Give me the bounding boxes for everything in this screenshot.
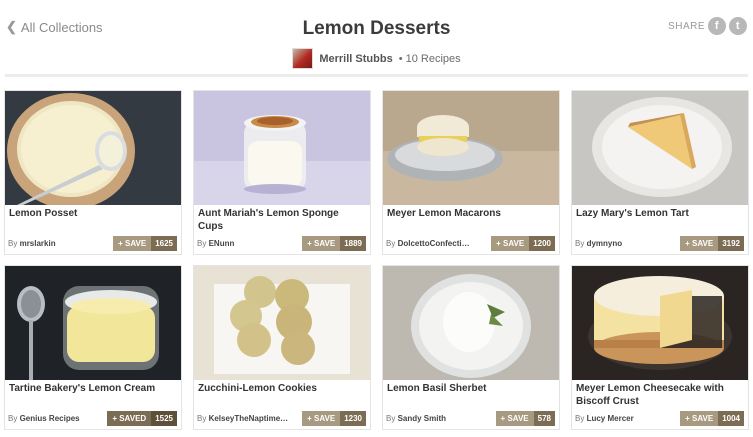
- recipe-author: By DolcettoConfecti…: [386, 239, 470, 248]
- recipe-author: By Genius Recipes: [8, 414, 80, 423]
- save-label: + SAVE: [491, 236, 530, 251]
- author-name[interactable]: Lucy Mercer: [587, 414, 634, 423]
- recipe-author: By Lucy Mercer: [575, 414, 634, 423]
- save-label: + SAVED: [107, 411, 152, 426]
- recipe-title[interactable]: Lazy Mary's Lemon Tart: [576, 207, 744, 220]
- recipe-card[interactable]: Meyer Lemon Cheesecake with Biscoff Crus…: [571, 265, 749, 430]
- recipe-author: By mrslarkin: [8, 239, 56, 248]
- by-prefix: By: [575, 239, 585, 248]
- save-count: 578: [533, 411, 555, 426]
- save-count: 1004: [718, 411, 744, 426]
- collection-meta: Merrill Stubbs • 10 Recipes: [0, 48, 753, 69]
- share-bar: SHARE f t: [668, 17, 747, 35]
- recipe-title[interactable]: Zucchini-Lemon Cookies: [198, 382, 366, 395]
- by-prefix: By: [575, 414, 585, 423]
- save-count: 3192: [718, 236, 744, 251]
- author-name[interactable]: Genius Recipes: [20, 414, 80, 423]
- facebook-icon[interactable]: f: [708, 17, 726, 35]
- collection-header: ❮ All Collections Lemon Desserts Merrill…: [0, 0, 753, 78]
- recipe-photo[interactable]: [194, 91, 370, 205]
- recipe-title[interactable]: Tartine Bakery's Lemon Cream: [9, 382, 177, 395]
- by-prefix: By: [197, 239, 207, 248]
- recipe-card[interactable]: Lazy Mary's Lemon Tart By dymnyno + SAVE…: [571, 90, 749, 255]
- recipe-title[interactable]: Meyer Lemon Macarons: [387, 207, 555, 220]
- page-title: Lemon Desserts: [302, 18, 451, 39]
- author-name[interactable]: mrslarkin: [20, 239, 56, 248]
- avatar[interactable]: [292, 48, 314, 69]
- recipe-photo[interactable]: [194, 266, 370, 380]
- author-name[interactable]: KelseyTheNaptime…: [209, 414, 289, 423]
- author-link[interactable]: Merrill Stubbs: [319, 53, 392, 65]
- by-prefix: By: [8, 414, 18, 423]
- saved-button[interactable]: + SAVED 1525: [107, 411, 177, 426]
- save-label: + SAVE: [495, 411, 534, 426]
- author-name[interactable]: Sandy Smith: [398, 414, 446, 423]
- save-button[interactable]: + SAVE 578: [495, 411, 555, 426]
- recipe-author: By Sandy Smith: [386, 414, 446, 423]
- recipe-card[interactable]: Tartine Bakery's Lemon Cream By Genius R…: [4, 265, 182, 430]
- by-prefix: By: [386, 414, 396, 423]
- save-button[interactable]: + SAVE 1889: [302, 236, 366, 251]
- recipe-title[interactable]: Aunt Mariah's Lemon Sponge Cups: [198, 207, 366, 233]
- by-prefix: By: [386, 239, 396, 248]
- save-count: 1889: [340, 236, 366, 251]
- save-button[interactable]: + SAVE 1230: [302, 411, 366, 426]
- recipe-card[interactable]: Lemon Basil Sherbet By Sandy Smith + SAV…: [382, 265, 560, 430]
- recipe-author: By KelseyTheNaptime…: [197, 414, 288, 423]
- recipe-photo[interactable]: [383, 266, 559, 380]
- recipe-author: By ENunn: [197, 239, 234, 248]
- recipe-photo[interactable]: [572, 266, 748, 380]
- recipe-count: • 10 Recipes: [398, 52, 461, 65]
- author-name[interactable]: dymnyno: [587, 239, 623, 248]
- save-label: + SAVE: [680, 411, 719, 426]
- recipe-card[interactable]: Aunt Mariah's Lemon Sponge Cups By ENunn…: [193, 90, 371, 255]
- recipe-photo[interactable]: [5, 91, 181, 205]
- by-prefix: By: [197, 414, 207, 423]
- by-prefix: By: [8, 239, 18, 248]
- recipe-title[interactable]: Meyer Lemon Cheesecake with Biscoff Crus…: [576, 382, 744, 408]
- save-button[interactable]: + SAVE 1004: [680, 411, 744, 426]
- save-label: + SAVE: [680, 236, 719, 251]
- recipe-card[interactable]: Meyer Lemon Macarons By DolcettoConfecti…: [382, 90, 560, 255]
- save-count: 1625: [151, 236, 177, 251]
- save-count: 1200: [529, 236, 555, 251]
- recipe-photo[interactable]: [572, 91, 748, 205]
- save-label: + SAVE: [302, 411, 341, 426]
- twitter-icon[interactable]: t: [729, 17, 747, 35]
- save-button[interactable]: + SAVE 3192: [680, 236, 744, 251]
- author-name[interactable]: DolcettoConfecti…: [398, 239, 470, 248]
- share-label: SHARE: [668, 20, 705, 32]
- recipe-photo[interactable]: [5, 266, 181, 380]
- save-label: + SAVE: [302, 236, 341, 251]
- save-button[interactable]: + SAVE 1625: [113, 236, 177, 251]
- save-button[interactable]: + SAVE 1200: [491, 236, 555, 251]
- save-label: + SAVE: [113, 236, 152, 251]
- save-count: 1230: [340, 411, 366, 426]
- recipe-card[interactable]: Zucchini-Lemon Cookies By KelseyTheNapti…: [193, 265, 371, 430]
- save-count: 1525: [151, 411, 177, 426]
- divider: [5, 74, 748, 77]
- recipe-title[interactable]: Lemon Basil Sherbet: [387, 382, 555, 395]
- author-name[interactable]: ENunn: [209, 239, 235, 248]
- recipe-title[interactable]: Lemon Posset: [9, 207, 177, 220]
- recipe-photo[interactable]: [383, 91, 559, 205]
- recipe-card[interactable]: Lemon Posset By mrslarkin + SAVE 1625: [4, 90, 182, 255]
- recipe-author: By dymnyno: [575, 239, 622, 248]
